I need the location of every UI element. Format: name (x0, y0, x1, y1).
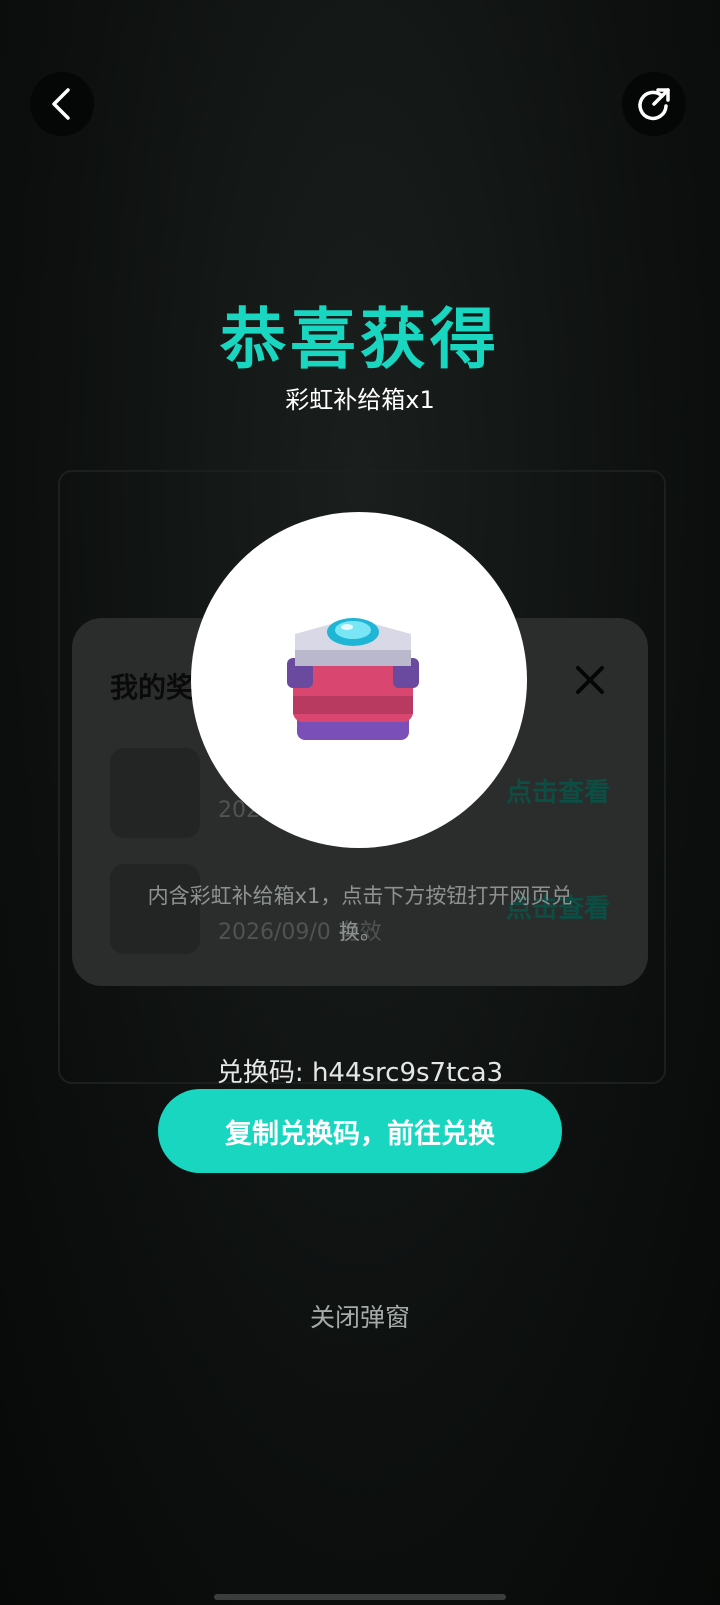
prize-description: 内含彩虹补给箱x1，点击下方按钮打开网页兑换。 (147, 884, 573, 944)
reward-thumbnail (110, 748, 200, 838)
share-button[interactable] (622, 72, 686, 136)
prize-subtitle: 彩虹补给箱x1 (285, 386, 435, 414)
redeem-code: 兑换码: h44src9s7tca3 (216, 1058, 504, 1088)
prize-image-circle (191, 512, 527, 848)
close-popup-link[interactable]: 关闭弹窗 (0, 1298, 720, 1334)
home-indicator (214, 1594, 506, 1600)
rewards-panel-title: 我的奖 (110, 671, 195, 704)
rainbow-supply-chest-icon (287, 618, 419, 740)
close-icon[interactable] (570, 660, 610, 700)
back-button[interactable] (30, 72, 94, 136)
copy-code-button[interactable]: 复制兑换码，前往兑换 (158, 1089, 562, 1173)
view-reward-link[interactable]: 点击查看 (506, 772, 610, 809)
share-icon (638, 88, 670, 121)
chevron-left-icon (52, 88, 70, 120)
congrats-title: 恭喜获得 (220, 301, 500, 378)
